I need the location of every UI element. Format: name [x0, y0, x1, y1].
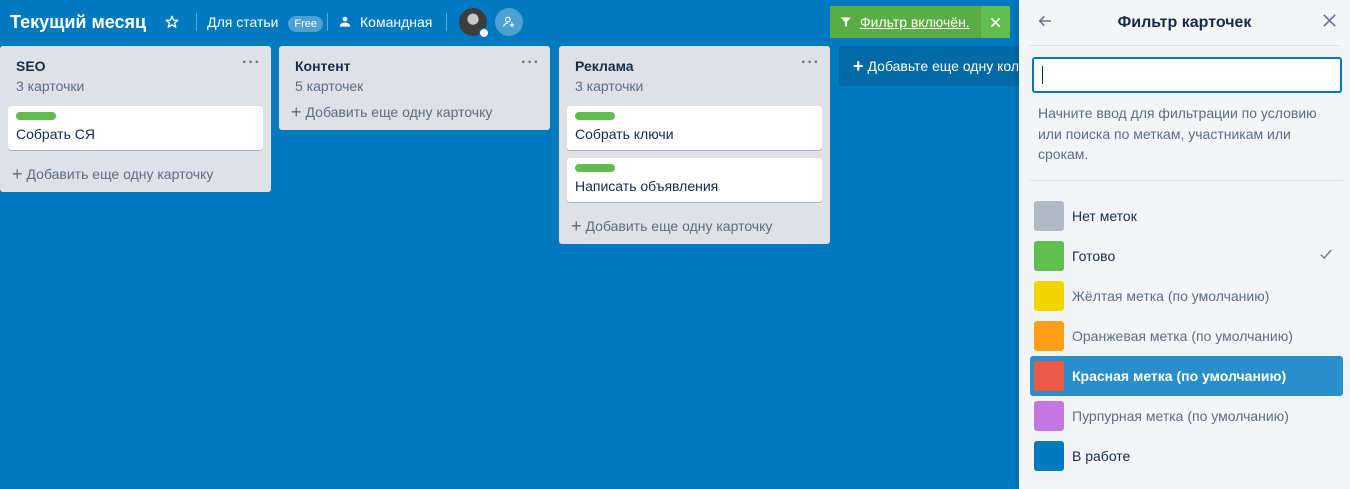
member-avatar[interactable]: [459, 8, 490, 38]
filter-button[interactable]: Фильтр включён.: [830, 6, 980, 38]
header-divider: [327, 13, 329, 31]
label-color-swatch: [1034, 241, 1064, 271]
card-label: [575, 164, 615, 172]
visibility-label: Командная: [360, 14, 433, 30]
header-divider: [196, 13, 198, 31]
card-label: [16, 112, 56, 120]
card-title: Написать объявления: [575, 178, 719, 194]
list-menu-icon[interactable]: ···: [801, 54, 820, 72]
close-icon: [990, 17, 1001, 27]
admin-badge-icon: [479, 28, 490, 38]
list-content: Контент 5 карточек ··· + Добавить еще од…: [279, 46, 550, 130]
list-title[interactable]: SEO: [16, 58, 263, 74]
filter-icon: [841, 17, 851, 27]
back-arrow-icon[interactable]: [1037, 13, 1055, 31]
card[interactable]: Собрать ключи: [567, 106, 822, 150]
list-menu-icon[interactable]: ···: [242, 54, 261, 72]
card-label: [575, 112, 615, 120]
workspace-name: Для статьи: [207, 14, 279, 30]
filter-label: Фильтр включён.: [860, 14, 970, 30]
label-filter-item[interactable]: Готово: [1030, 236, 1343, 276]
checkmark-icon: [1319, 247, 1333, 261]
list-title[interactable]: Реклама: [575, 58, 822, 74]
list-header: Контент 5 карточек ···: [287, 46, 542, 94]
list-ads: Реклама 3 карточки ··· Собрать ключи Нап…: [559, 46, 830, 244]
list-card-count: 5 карточек: [295, 78, 364, 94]
add-card-button[interactable]: + Добавить еще одну карточку: [287, 90, 542, 122]
text-caret: [1042, 66, 1043, 84]
label-name: Оранжевая метка (по умолчанию): [1072, 328, 1293, 344]
label-name: Готово: [1072, 248, 1116, 264]
workspace-button[interactable]: Для статьи Free: [207, 14, 324, 32]
add-list-button[interactable]: + Добавьте еще одну колонку: [839, 46, 1019, 86]
list-card-count: 3 карточки: [575, 78, 644, 94]
list-seo: SEO 3 карточки ··· Собрать СЯ + Добавить…: [0, 46, 271, 192]
list-card-count: 3 карточки: [16, 78, 85, 94]
card[interactable]: Написать объявления: [567, 158, 822, 202]
visibility-button[interactable]: Командная: [338, 14, 432, 30]
plus-icon: +: [291, 102, 302, 122]
label-color-swatch: [1034, 281, 1064, 311]
card-title: Собрать СЯ: [16, 126, 95, 142]
label-filter-list: Нет меток Готово Жёлтая метка (по умолчани…: [1030, 196, 1343, 476]
close-icon[interactable]: [1322, 13, 1340, 31]
list-title[interactable]: Контент: [295, 58, 542, 74]
label-filter-item[interactable]: Пурпурная метка (по умолчанию): [1030, 396, 1343, 436]
header-divider: [446, 13, 448, 31]
label-filter-item[interactable]: Нет меток: [1030, 196, 1343, 236]
card-title: Собрать ключи: [575, 126, 674, 142]
add-card-button[interactable]: + Добавить еще одну карточку: [8, 158, 263, 184]
label-name: В работе: [1072, 448, 1131, 464]
star-icon[interactable]: [164, 14, 180, 30]
plus-icon: +: [853, 55, 864, 76]
panel-divider: [1029, 180, 1343, 181]
filter-search-input[interactable]: [1032, 57, 1342, 93]
label-color-swatch: [1034, 201, 1064, 231]
panel-header: Фильтр карточек: [1029, 0, 1340, 46]
filter-hint: Начните ввод для фильтрации по условию и…: [1038, 105, 1317, 162]
plus-icon: +: [571, 216, 582, 236]
add-card-label: Добавить еще одну карточку: [585, 218, 773, 234]
card[interactable]: Собрать СЯ: [8, 106, 263, 150]
label-color-swatch: [1034, 401, 1064, 431]
clear-filter-button[interactable]: [980, 6, 1010, 38]
add-list-label: Добавьте еще одну колонку: [867, 58, 1019, 74]
add-card-label: Добавить еще одну карточку: [26, 166, 214, 182]
label-filter-item[interactable]: Красная метка (по умолчанию): [1030, 356, 1343, 396]
filter-panel: Фильтр карточек Начните ввод для фильтра…: [1019, 0, 1350, 489]
label-filter-item[interactable]: В работе: [1030, 436, 1343, 476]
label-name: Нет меток: [1072, 208, 1137, 224]
panel-title: Фильтр карточек: [1117, 13, 1252, 31]
add-card-button[interactable]: + Добавить еще одну карточку: [567, 210, 822, 236]
label-name: Красная метка (по умолчанию): [1072, 368, 1287, 384]
label-name: Жёлтая метка (по умолчанию): [1072, 288, 1270, 304]
label-name: Пурпурная метка (по умолчанию): [1072, 408, 1289, 424]
team-icon: [338, 15, 352, 29]
list-header: Реклама 3 карточки ···: [567, 46, 822, 94]
list-menu-icon[interactable]: ···: [521, 54, 540, 72]
plan-badge: Free: [288, 16, 324, 32]
label-color-swatch: [1034, 321, 1064, 351]
label-filter-item[interactable]: Оранжевая метка (по умолчанию): [1030, 316, 1343, 356]
label-color-swatch: [1034, 441, 1064, 471]
add-member-icon: [503, 16, 515, 28]
label-color-swatch: [1034, 361, 1064, 391]
list-header: SEO 3 карточки ···: [8, 46, 263, 94]
invite-button[interactable]: [495, 8, 524, 36]
plus-icon: +: [12, 164, 23, 184]
add-card-label: Добавить еще одну карточку: [305, 104, 493, 120]
board-title[interactable]: Текущий месяц: [10, 12, 146, 33]
label-filter-item[interactable]: Жёлтая метка (по умолчанию): [1030, 276, 1343, 316]
